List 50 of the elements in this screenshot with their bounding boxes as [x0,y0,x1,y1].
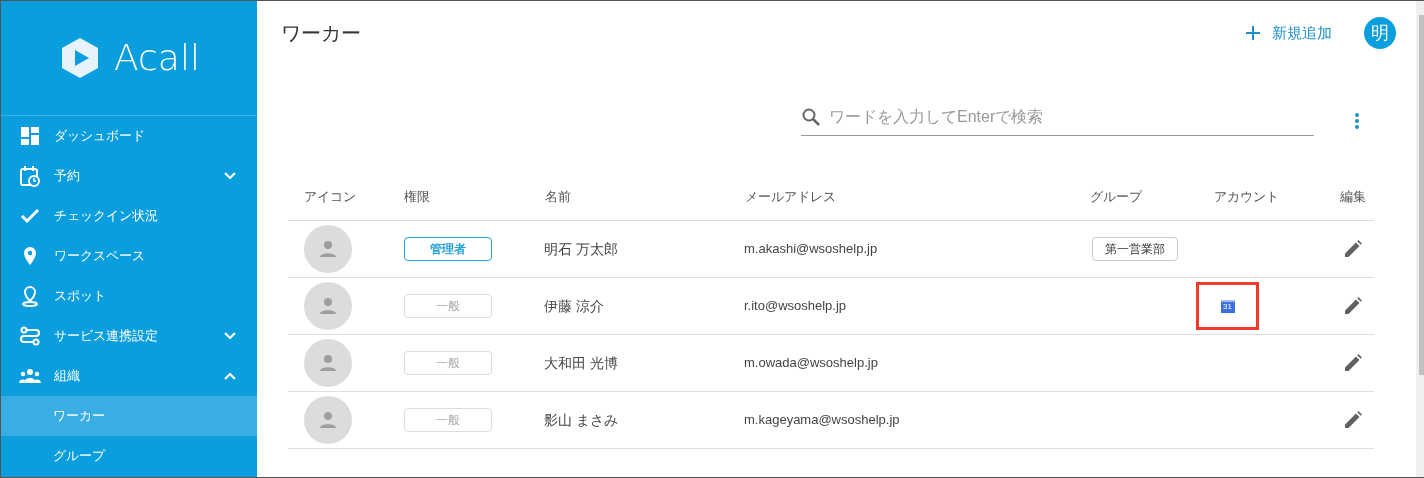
name-cell-text: 伊藤 涼介 [543,296,605,316]
role-badge: 管理者 [404,237,492,261]
user-avatar[interactable]: 明 [1364,17,1396,49]
logo-text: Acall [114,36,200,80]
page-title: ワーカー [281,21,362,46]
sidebar-item[interactable]: チェックイン状況 [1,196,257,236]
person-icon [319,354,337,372]
column-header: メールアドレス [744,188,837,207]
edit-icon[interactable] [1344,411,1362,429]
column-header: 編集 [1339,188,1367,207]
email-cell-text: r.ito@wsoshelp.jp [743,297,848,316]
email-cell-text: m.owada@wsoshelp.jp [743,354,879,373]
column-header: アイコン [303,188,357,207]
edit-icon[interactable] [1344,240,1362,258]
pin-on-ring-icon [19,285,41,307]
edit-icon[interactable] [1344,354,1362,372]
plus-icon [1246,26,1260,40]
dashboard-icon [19,125,41,147]
sidebar-item[interactable]: 組織 [1,356,257,396]
column-header: 権限 [403,188,431,207]
email-cell-text: m.kageyama@wsoshelp.jp [743,411,901,430]
person-icon [319,240,337,258]
search-input[interactable]: ワードを入力してEnterで検索 [829,105,1314,129]
edit-icon[interactable] [1344,297,1362,315]
column-header: アカウント [1213,188,1280,207]
calendar-icon: 31 [1220,299,1235,313]
role-badge: 一般 [404,408,492,432]
sidebar-item[interactable]: 予約 [1,156,257,196]
sidebar-subitem[interactable]: グループ [1,436,257,476]
person-icon [319,411,337,429]
add-new-button[interactable]: 新規追加 [1238,17,1340,49]
calendar-clock-icon [19,165,41,187]
group-tag: 第一営業部 [1092,237,1178,261]
sidebar-item[interactable]: ダッシュボード [1,116,257,156]
person-icon [319,297,337,315]
sidebar-item[interactable]: スポット [1,276,257,316]
role-badge: 一般 [404,351,492,375]
sidebar-item[interactable]: ワークスペース [1,236,257,276]
sidebar-item[interactable]: サービス連携設定 [1,316,257,356]
role-badge: 一般 [404,294,492,318]
column-header: グループ [1089,188,1144,207]
sidebar-subitem[interactable]: ワーカー [1,396,257,436]
name-cell-text: 大和田 光博 [543,353,619,373]
route-icon [19,325,41,347]
email-cell-text: m.akashi@wsoshelp.jp [743,240,879,259]
search-icon [801,107,821,127]
name-cell-text: 影山 まさみ [543,410,619,430]
more-options-icon[interactable] [1354,111,1360,130]
name-cell-text: 明石 万太郎 [543,239,619,259]
column-header: 名前 [544,188,572,207]
